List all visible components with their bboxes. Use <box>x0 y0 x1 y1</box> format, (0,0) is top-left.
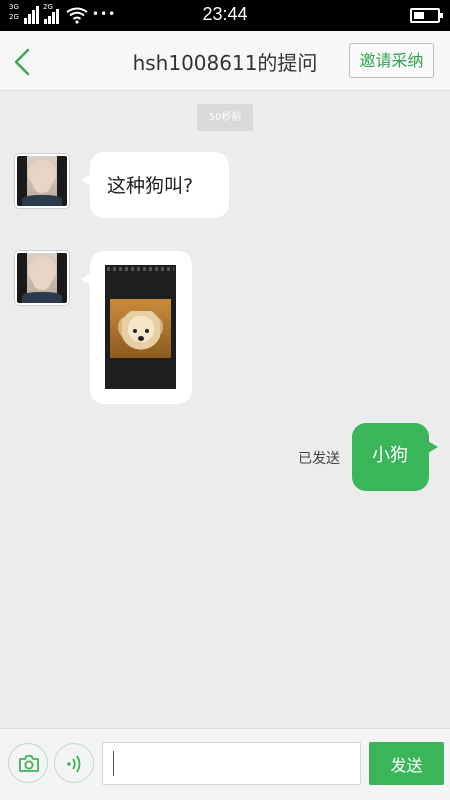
input-bar: 发送 <box>0 728 450 800</box>
message-image[interactable] <box>105 265 176 389</box>
voice-icon <box>67 755 81 773</box>
voice-button[interactable] <box>54 743 94 783</box>
text-caret <box>113 751 114 776</box>
message-text: 小狗 <box>372 445 408 466</box>
battery-icon <box>410 8 443 23</box>
chevron-left-icon[interactable] <box>10 47 36 77</box>
message-input[interactable] <box>102 742 361 785</box>
incoming-image-bubble[interactable] <box>81 251 192 404</box>
status-time: 23:44 <box>202 4 248 24</box>
send-button[interactable]: 发送 <box>369 742 444 785</box>
timestamp-chip: 50秒前 <box>197 104 253 131</box>
chat-header: hsh1008611的提问 邀请采纳 <box>0 31 450 91</box>
chat-area[interactable]: 50秒前 这种狗叫? 已发送 小狗 <box>0 92 450 728</box>
message-status: 已发送 <box>298 451 340 467</box>
camera-button[interactable] <box>8 743 48 783</box>
puppy-image <box>110 299 171 358</box>
incoming-message-bubble[interactable]: 这种狗叫? <box>81 152 229 218</box>
message-text: 这种狗叫? <box>107 175 194 197</box>
avatar[interactable] <box>14 250 70 306</box>
outgoing-message-bubble[interactable]: 小狗 <box>352 423 438 491</box>
status-bar: 3G 2G 2G ••• 23:44 <box>0 0 450 31</box>
accept-invite-button[interactable]: 邀请采纳 <box>349 43 434 78</box>
avatar[interactable] <box>14 153 70 209</box>
camera-icon <box>19 755 39 772</box>
